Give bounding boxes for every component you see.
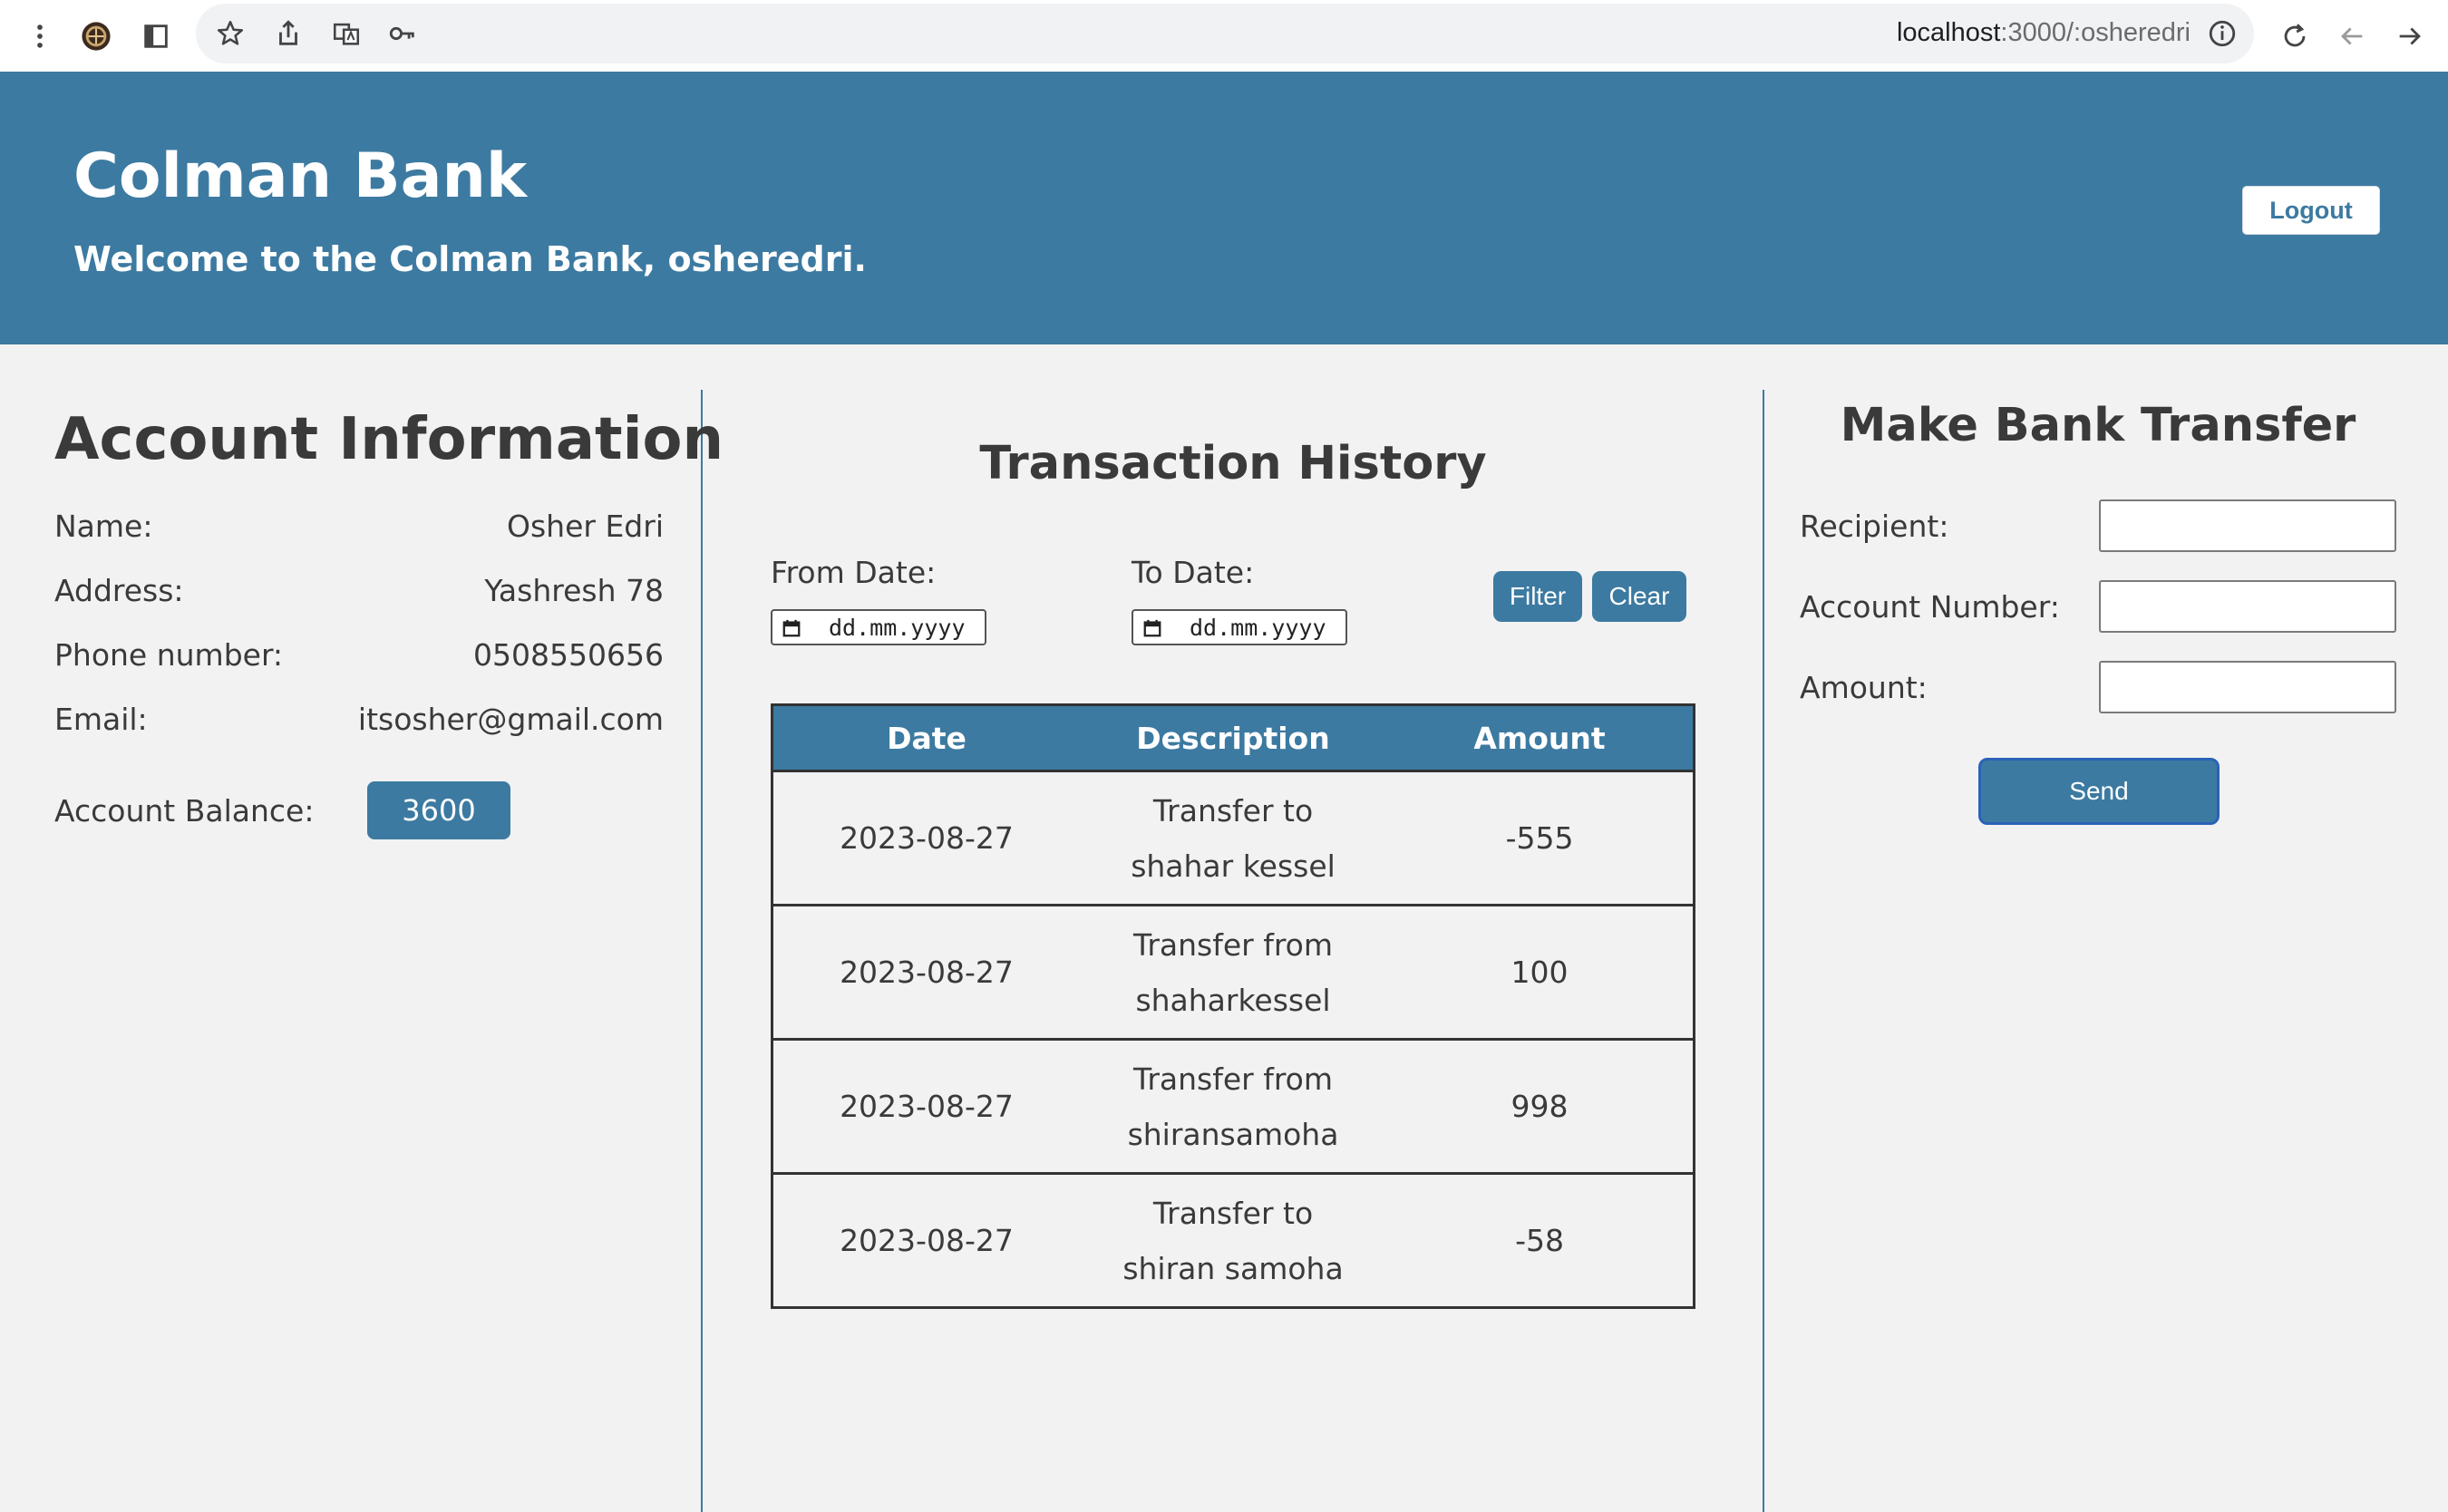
amount-label: Amount: (1800, 670, 1928, 705)
column-header-date[interactable]: Date (773, 706, 1080, 770)
filter-button[interactable]: Filter (1493, 571, 1582, 622)
recipient-label: Recipient: (1800, 509, 1949, 544)
calendar-icon[interactable] (782, 618, 801, 638)
password-key-icon[interactable] (383, 14, 423, 53)
column-divider-left (701, 390, 703, 1512)
clear-button[interactable]: Clear (1592, 571, 1686, 622)
cell-amount: 998 (1511, 1089, 1569, 1124)
cell-amount: 100 (1511, 955, 1569, 990)
url-path: :3000/:osheredri (2000, 18, 2191, 47)
from-date-label: From Date: (771, 555, 937, 590)
info-value: itsosher@gmail.com (357, 702, 664, 737)
account-balance-label: Account Balance: (54, 793, 315, 829)
profile-avatar-icon[interactable] (76, 16, 116, 56)
share-icon[interactable] (268, 14, 308, 53)
date-placeholder: dd.mm.yyyy (829, 615, 966, 641)
translate-icon[interactable] (326, 14, 366, 53)
amount-input[interactable] (2099, 661, 2396, 713)
info-row-phone: Phone number: 0508550656 (54, 637, 664, 677)
table-row: 2023-08-27 Transfer from shaharkessel 10… (773, 904, 1693, 1038)
cell-description: Transfer to shahar kessel (1131, 792, 1336, 884)
forward-arrow-icon[interactable] (2390, 16, 2430, 56)
info-row-name: Name: Osher Edri (54, 509, 664, 548)
table-header: Date Description Amount (773, 706, 1693, 770)
info-value: Osher Edri (507, 509, 664, 544)
url-text[interactable]: localhost:3000/:osheredri (1897, 18, 2191, 48)
transaction-history-title: Transaction History (979, 437, 1487, 490)
back-arrow-icon[interactable] (2332, 16, 2372, 56)
info-label: Address: (54, 573, 184, 608)
brand-title: Colman Bank (73, 141, 528, 212)
cell-date: 2023-08-27 (840, 1223, 1014, 1258)
app-header: Colman Bank Welcome to the Colman Bank, … (0, 72, 2448, 344)
site-info-icon[interactable] (2207, 18, 2238, 49)
logout-button[interactable]: Logout (2242, 186, 2380, 235)
more-vert-icon[interactable] (20, 16, 60, 56)
to-date-input[interactable]: dd.mm.yyyy (1132, 609, 1347, 645)
transaction-table: Date Description Amount 2023-08-27 Trans… (771, 703, 1695, 1309)
info-value: 0508550656 (473, 637, 664, 673)
calendar-icon[interactable] (1142, 618, 1162, 638)
info-label: Name: (54, 509, 153, 544)
browser-toolbar: localhost:3000/:osheredri (0, 0, 2448, 73)
info-label: Email: (54, 702, 148, 737)
account-balance-badge: 3600 (367, 781, 510, 839)
account-info-title: Account Information (54, 406, 724, 473)
column-divider-right (1763, 390, 1764, 1512)
cell-description: Transfer from shiransamoha (1127, 1061, 1339, 1152)
table-row: 2023-08-27 Transfer to shahar kessel -55… (773, 770, 1693, 904)
info-value: Yashresh 78 (484, 573, 664, 608)
cell-description: Transfer from shaharkessel (1133, 926, 1333, 1018)
cell-date: 2023-08-27 (840, 1089, 1014, 1124)
reload-icon[interactable] (2275, 16, 2315, 56)
date-placeholder: dd.mm.yyyy (1190, 615, 1326, 641)
cell-date: 2023-08-27 (840, 955, 1014, 990)
address-bar[interactable]: localhost:3000/:osheredri (196, 4, 2254, 63)
send-button[interactable]: Send (1978, 758, 2220, 825)
account-number-label: Account Number: (1800, 589, 2060, 625)
cell-amount: -555 (1505, 820, 1574, 856)
cell-description: Transfer to shiran samoha (1122, 1195, 1344, 1286)
welcome-message: Welcome to the Colman Bank, osheredri. (73, 239, 867, 279)
recipient-input[interactable] (2099, 499, 2396, 552)
account-number-input[interactable] (2099, 580, 2396, 633)
info-row-email: Email: itsosher@gmail.com (54, 702, 664, 741)
url-host: localhost (1896, 18, 2001, 47)
from-date-input[interactable]: dd.mm.yyyy (771, 609, 986, 645)
info-row-address: Address: Yashresh 78 (54, 573, 664, 613)
cell-amount: -58 (1515, 1223, 1564, 1258)
column-header-description[interactable]: Description (1080, 706, 1386, 770)
to-date-label: To Date: (1132, 555, 1255, 590)
sidebar-toggle-icon[interactable] (136, 16, 176, 56)
table-row: 2023-08-27 Transfer to shiran samoha -58 (773, 1172, 1693, 1306)
bookmark-star-icon[interactable] (210, 14, 250, 53)
bank-transfer-title: Make Bank Transfer (1840, 399, 2356, 452)
column-header-amount[interactable]: Amount (1386, 706, 1693, 770)
table-row: 2023-08-27 Transfer from shiransamoha 99… (773, 1038, 1693, 1172)
cell-date: 2023-08-27 (840, 820, 1014, 856)
info-label: Phone number: (54, 637, 284, 673)
